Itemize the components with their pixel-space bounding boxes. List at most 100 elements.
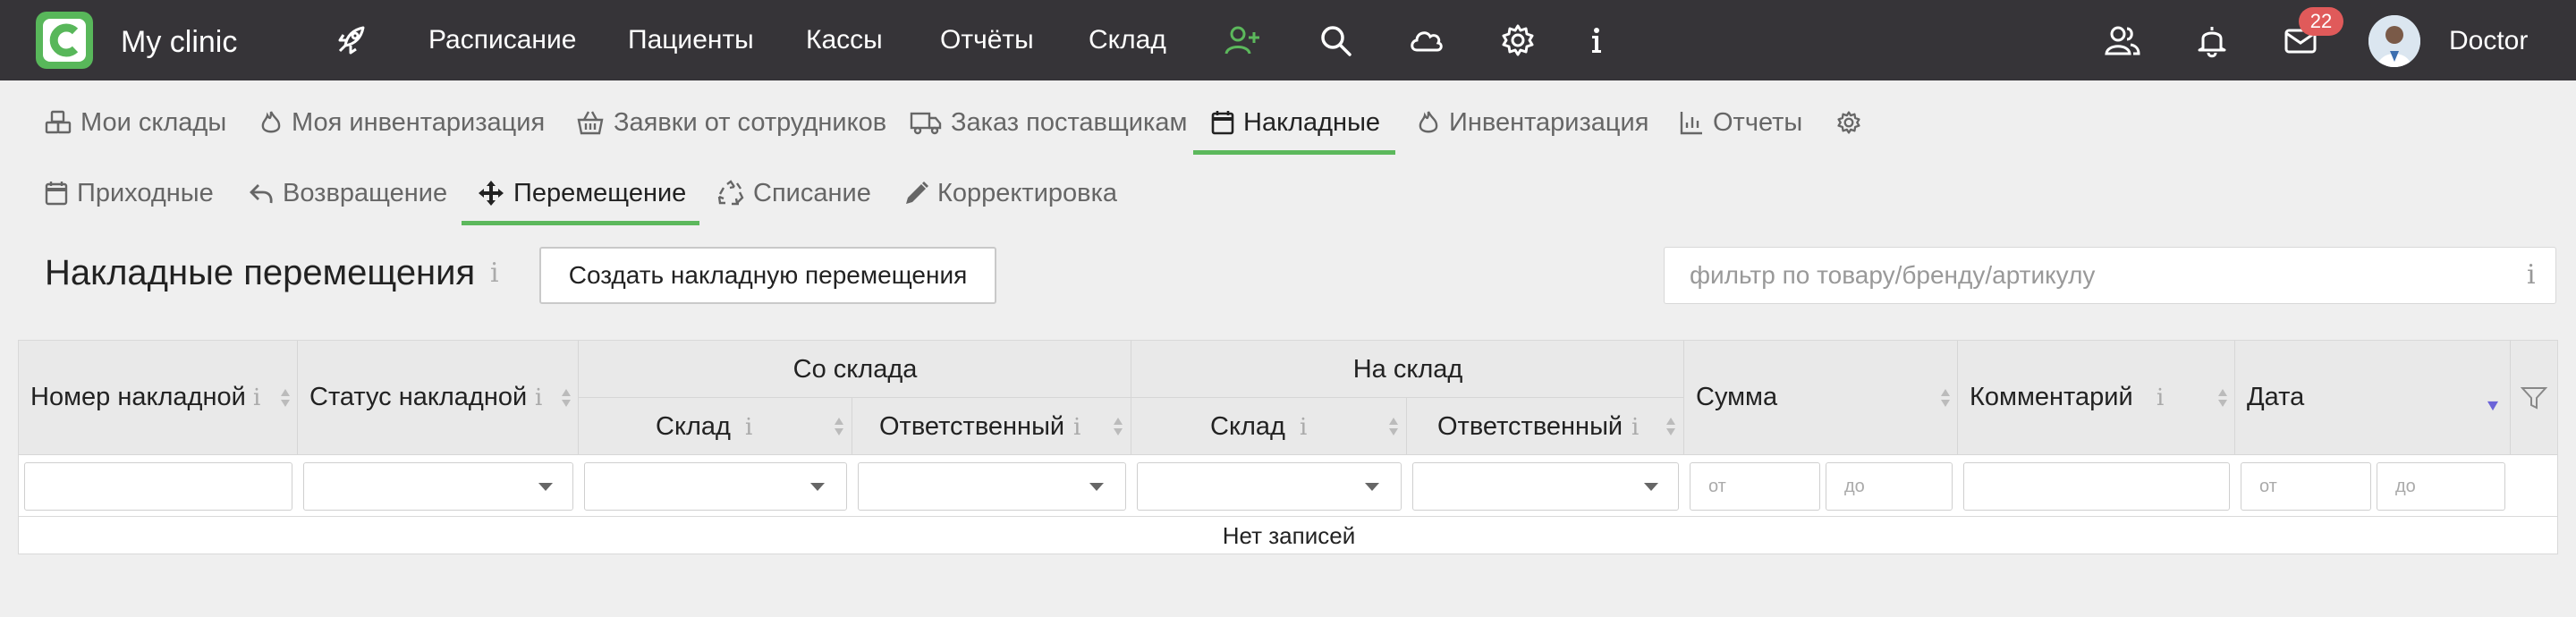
tab-reports[interactable]: Отчеты [1679, 105, 1802, 140]
fire-icon [1419, 111, 1438, 133]
info-icon[interactable]: i [1631, 414, 1639, 441]
filter-sum-from-input[interactable]: от [1690, 462, 1820, 511]
users-icon[interactable] [2104, 21, 2141, 59]
filter-icon[interactable] [2521, 385, 2547, 410]
tab-inventory[interactable]: Инвентаризация [1417, 105, 1648, 140]
calendar-icon [1211, 111, 1234, 135]
sort-desc-icon[interactable] [2487, 396, 2498, 416]
column-header-from-responsible[interactable]: Ответственный i [852, 398, 1131, 455]
info-icon[interactable]: i [1300, 414, 1307, 441]
top-navbar: My clinic Расписание Пациенты Кассы Отчё… [0, 0, 2576, 80]
tab-label: Моя инвентаризация [292, 107, 546, 137]
sort-icon[interactable] [1113, 417, 1123, 436]
column-header-to-responsible[interactable]: Ответственный i [1407, 398, 1684, 455]
info-icon[interactable] [1578, 21, 1615, 59]
pencil-icon [906, 182, 928, 204]
column-filter-toggle[interactable] [2511, 341, 2557, 455]
column-header-sum[interactable]: Сумма [1684, 341, 1958, 455]
column-header-comment[interactable]: Комментарий i [1958, 341, 2235, 455]
tab-staff-requests[interactable]: Заявки от сотрудников [576, 105, 886, 140]
tab-label: Инвентаризация [1449, 107, 1649, 137]
subtab-incoming[interactable]: Приходные [45, 175, 214, 211]
nav-reports[interactable]: Отчёты [940, 25, 1034, 55]
info-icon[interactable]: i [490, 258, 499, 289]
notification-badge: 22 [2299, 7, 2343, 36]
fire-icon [261, 111, 281, 133]
app-title[interactable]: My clinic [121, 25, 237, 60]
clinic-logo[interactable] [36, 12, 93, 69]
info-icon[interactable]: i [2157, 385, 2164, 411]
column-header-number[interactable]: Номер накладной i [19, 341, 298, 455]
group-header-from: Со склада [579, 341, 1131, 398]
create-transfer-invoice-button[interactable]: Создать накладную перемещения [539, 247, 996, 304]
active-tab-underline [1193, 150, 1395, 155]
subtab-correction[interactable]: Корректировка [903, 175, 1117, 211]
gear-icon[interactable] [1499, 21, 1537, 59]
row-divider [19, 516, 2557, 517]
group-header-to: На склад [1131, 341, 1684, 398]
sort-icon[interactable] [1388, 417, 1399, 436]
tab-label: Заявки от сотрудников [614, 107, 887, 137]
boxes-icon [45, 110, 72, 134]
tab-my-inventory[interactable]: Моя инвентаризация [259, 105, 545, 140]
basket-icon [577, 111, 604, 135]
chevron-down-icon [1644, 483, 1658, 491]
empty-state-text: Нет записей [1222, 522, 1356, 549]
filter-to-responsible-select[interactable] [1412, 462, 1679, 511]
filter-number-input[interactable] [24, 462, 292, 511]
filter-date-from-input[interactable]: от [2241, 462, 2371, 511]
product-filter-input[interactable]: фильтр по товару/бренду/артикулу [1664, 247, 2556, 304]
nav-warehouse[interactable]: Склад [1089, 25, 1166, 55]
info-icon[interactable]: i [1073, 414, 1080, 441]
nav-cash[interactable]: Кассы [806, 25, 883, 55]
tab-label: Накладные [1243, 107, 1381, 137]
info-icon[interactable]: i [745, 414, 752, 441]
subtab-label: Возвращение [283, 178, 448, 207]
filter-sum-to-input[interactable]: до [1826, 462, 1953, 511]
sort-icon[interactable] [1665, 417, 1676, 436]
column-header-to-warehouse[interactable]: Склад i [1131, 398, 1407, 455]
sort-icon[interactable] [834, 417, 844, 436]
user-name[interactable]: Doctor [2449, 26, 2528, 56]
column-header-from-warehouse[interactable]: Склад i [579, 398, 852, 455]
filter-status-select[interactable] [303, 462, 573, 511]
filter-from-responsible-select[interactable] [858, 462, 1126, 511]
info-icon[interactable]: i [2527, 259, 2536, 291]
sort-icon[interactable] [1940, 388, 1951, 408]
tab-label: Заказ поставщикам [951, 107, 1188, 137]
filter-comment-input[interactable] [1963, 462, 2230, 511]
subtab-label: Перемещение [513, 178, 687, 207]
cloud-icon[interactable] [1407, 21, 1445, 59]
column-header-date[interactable]: Дата [2235, 341, 2511, 455]
info-icon[interactable]: i [535, 385, 542, 411]
chevron-down-icon [1089, 483, 1104, 491]
subtab-label: Списание [753, 178, 871, 207]
subtab-label: Приходные [77, 178, 214, 207]
tab-my-warehouses[interactable]: Мои склады [45, 105, 226, 140]
filter-to-warehouse-select[interactable] [1137, 462, 1402, 511]
subtab-writeoff[interactable]: Списание [717, 175, 871, 211]
info-icon[interactable]: i [253, 385, 260, 411]
rocket-icon[interactable] [333, 22, 369, 63]
bell-icon[interactable] [2193, 21, 2231, 59]
nav-patients[interactable]: Пациенты [628, 25, 754, 55]
filter-date-to-input[interactable]: до [2377, 462, 2505, 511]
page-title: Накладные перемещения [45, 253, 476, 292]
calendar-icon [45, 182, 68, 206]
subtab-transfer[interactable]: Перемещение [478, 175, 686, 211]
sort-icon[interactable] [280, 388, 291, 408]
move-arrows-icon [479, 181, 504, 206]
subtab-return[interactable]: Возвращение [249, 175, 447, 211]
sort-icon[interactable] [561, 388, 572, 408]
user-avatar[interactable] [2368, 15, 2420, 67]
search-icon[interactable] [1317, 21, 1354, 59]
subtab-label: Корректировка [937, 178, 1118, 207]
nav-schedule[interactable]: Расписание [428, 25, 576, 55]
column-header-status[interactable]: Статус накладной i [298, 341, 579, 455]
sort-icon[interactable] [2217, 388, 2228, 408]
warehouse-settings-gear-icon[interactable] [1835, 105, 1862, 140]
add-user-icon[interactable] [1224, 21, 1261, 59]
tab-invoices[interactable]: Накладные [1211, 105, 1380, 140]
filter-from-warehouse-select[interactable] [584, 462, 847, 511]
tab-supplier-orders[interactable]: Заказ поставщикам [910, 105, 1187, 140]
